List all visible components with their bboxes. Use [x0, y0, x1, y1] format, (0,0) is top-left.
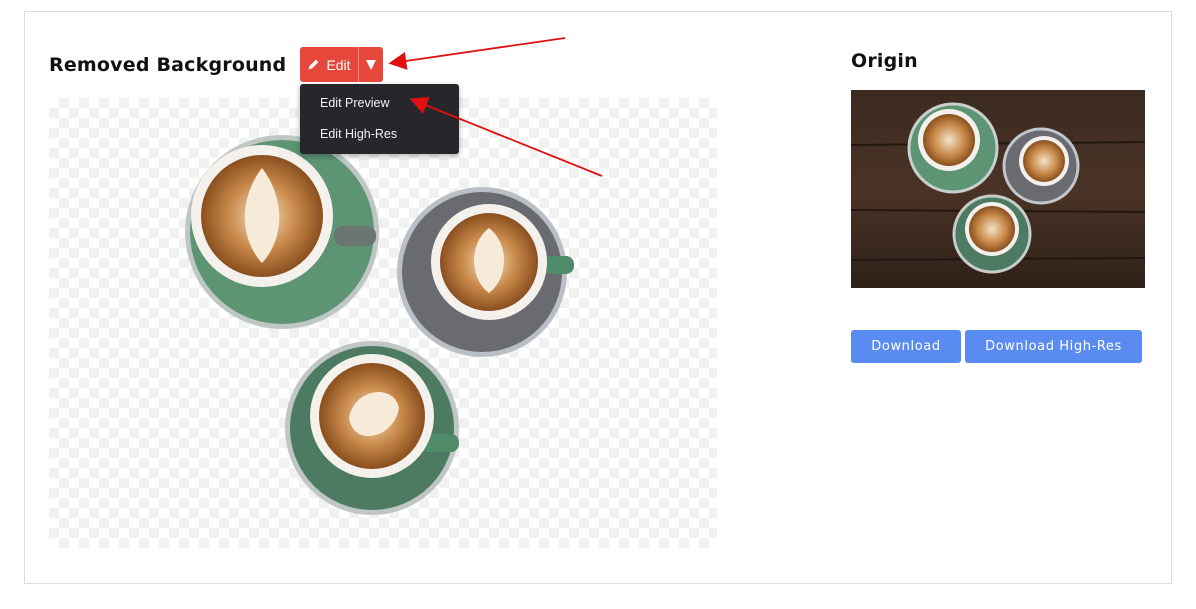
edit-dropdown-toggle[interactable] — [358, 47, 383, 82]
origin-image — [851, 90, 1145, 288]
pencil-icon — [309, 59, 319, 70]
download-button[interactable]: Download — [851, 330, 961, 363]
cutout-coffee-image — [185, 135, 574, 515]
edit-button-label: Edit — [326, 56, 351, 73]
menu-item-edit-preview[interactable]: Edit Preview — [300, 88, 459, 119]
menu-item-edit-high-res[interactable]: Edit High-Res — [300, 119, 459, 150]
edit-button[interactable]: Edit — [300, 47, 358, 82]
edit-split-button: Edit — [300, 47, 383, 82]
edit-dropdown-menu: Edit Preview Edit High-Res — [300, 84, 459, 154]
removed-background-title: Removed Background — [49, 54, 287, 76]
download-high-res-button[interactable]: Download High-Res — [965, 330, 1142, 363]
removed-background-preview — [49, 98, 717, 548]
caret-down-icon — [366, 59, 376, 70]
origin-title: Origin — [851, 50, 918, 72]
